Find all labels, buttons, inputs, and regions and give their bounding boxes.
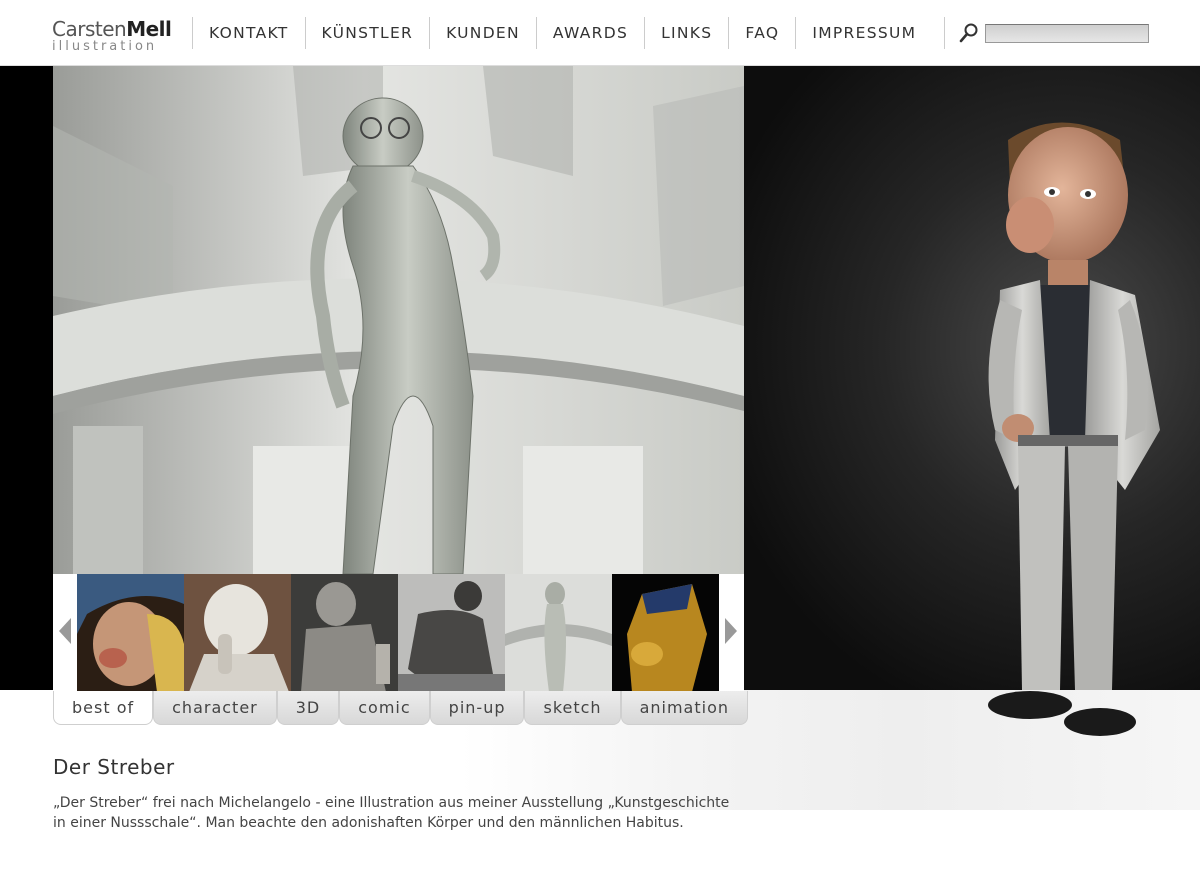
thumbnail-item[interactable] <box>184 574 291 692</box>
nav-item-impressum[interactable]: IMPRESSUM <box>795 17 932 49</box>
artwork-caption: Der Streber „Der Streber“ frei nach Mich… <box>53 755 733 833</box>
artwork-title: Der Streber <box>53 755 175 779</box>
nav-item-kontakt[interactable]: KONTAKT <box>192 17 305 49</box>
tab-3d[interactable]: 3D <box>276 691 340 725</box>
thumbnail-venus-bust <box>184 574 291 692</box>
main-nav: KONTAKT KÜNSTLER KUNDEN AWARDS LINKS FAQ… <box>192 17 932 49</box>
thumbnail-item[interactable] <box>291 574 398 692</box>
tab-comic[interactable]: comic <box>339 691 430 725</box>
thumbnail-strip <box>53 574 744 692</box>
nav-item-faq[interactable]: FAQ <box>728 17 795 49</box>
tab-animation[interactable]: animation <box>620 691 749 725</box>
thumbnail-golden-pharaoh <box>612 574 719 692</box>
thumbnail-thinker <box>398 574 505 692</box>
thumbnail-der-streber <box>505 574 612 692</box>
nav-item-kunden[interactable]: KUNDEN <box>429 17 536 49</box>
thumbnail-stone-sculpture <box>291 574 398 692</box>
tab-sketch[interactable]: sketch <box>524 691 621 725</box>
logo-name: CarstenMell <box>52 18 180 40</box>
logo-name-light: Carsten <box>52 17 127 41</box>
tab-pin-up[interactable]: pin-up <box>429 691 525 725</box>
search-input[interactable] <box>985 23 1149 43</box>
nav-item-links[interactable]: LINKS <box>644 17 728 49</box>
artist-caricature-figure <box>988 122 1160 736</box>
thumbnail-item[interactable] <box>77 574 184 692</box>
logo-name-bold: Mell <box>126 17 172 41</box>
site-logo[interactable]: CarstenMell illustration <box>52 18 180 58</box>
streber-statue-illustration <box>53 66 744 574</box>
search-icon[interactable] <box>959 22 979 44</box>
tab-character[interactable]: character <box>153 691 277 725</box>
category-tabs: best of character 3D comic pin-up sketch… <box>53 691 749 727</box>
thumbnail-item[interactable] <box>612 574 719 692</box>
nav-item-awards[interactable]: AWARDS <box>535 17 644 49</box>
search-bar <box>944 17 1149 49</box>
arrow-right-icon[interactable] <box>723 616 739 646</box>
nav-item-kuenstler[interactable]: KÜNSTLER <box>304 17 430 49</box>
thumbnail-item[interactable] <box>505 574 612 692</box>
tab-best-of[interactable]: best of <box>53 691 154 725</box>
site-header: CarstenMell illustration KONTAKT KÜNSTLE… <box>0 0 1200 66</box>
logo-subtitle: illustration <box>52 39 158 54</box>
thumbnail-girl-pearl-earring <box>77 574 184 692</box>
artwork-description: „Der Streber“ frei nach Michelangelo - e… <box>53 795 730 831</box>
thumbnail-item[interactable] <box>398 574 505 692</box>
arrow-left-icon[interactable] <box>57 616 73 646</box>
main-artwork-image[interactable] <box>53 66 744 574</box>
